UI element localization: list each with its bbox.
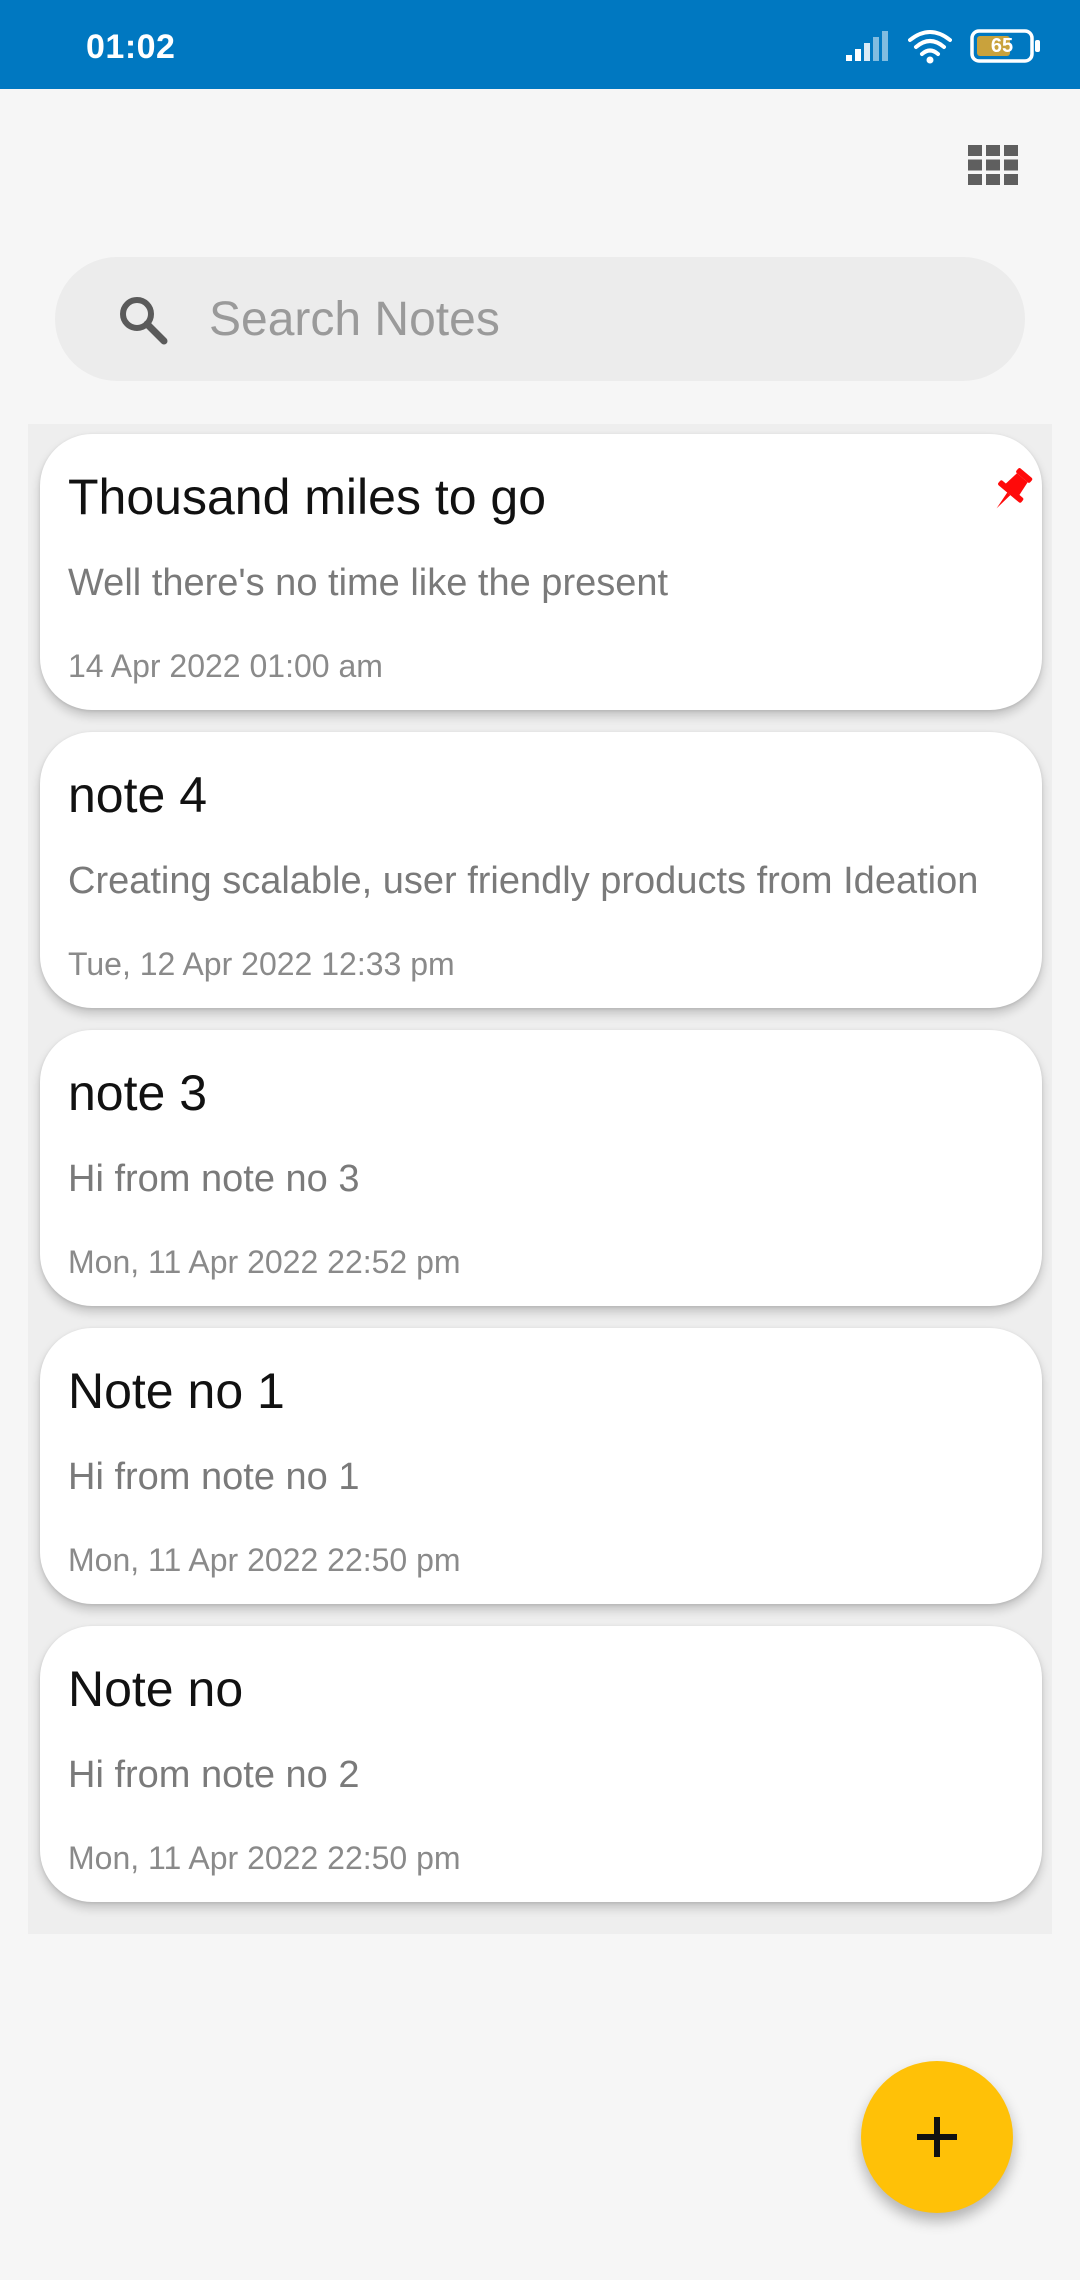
- grid-view-icon[interactable]: [968, 145, 1018, 185]
- note-date: Mon, 11 Apr 2022 22:50 pm: [68, 1840, 461, 1876]
- note-title: Note no: [68, 1661, 244, 1717]
- status-time: 01:02: [86, 28, 176, 66]
- note-date: Mon, 11 Apr 2022 22:50 pm: [68, 1542, 461, 1578]
- note-body: Well there's no time like the present: [68, 562, 669, 604]
- note-title: Note no 1: [68, 1363, 285, 1419]
- note-card[interactable]: note 4 Creating scalable, user friendly …: [40, 732, 1042, 1008]
- notes-list: Thousand miles to go Well there's no tim…: [28, 424, 1052, 1934]
- note-title: Thousand miles to go: [68, 469, 547, 525]
- battery-icon: 65: [970, 28, 1042, 64]
- pin-icon[interactable]: [986, 464, 1038, 516]
- note-body: Hi from note no 3: [68, 1158, 360, 1200]
- note-body: Creating scalable, user friendly product…: [68, 860, 979, 902]
- status-bar: 01:02 65: [0, 0, 1080, 89]
- note-date: 14 Apr 2022 01:00 am: [68, 648, 383, 684]
- search-icon: [115, 292, 171, 348]
- note-title: note 4: [68, 767, 208, 823]
- notes-app-screen: 01:02 65 Search Notes Thousand miles to …: [0, 0, 1080, 2280]
- note-title: note 3: [68, 1065, 208, 1121]
- note-body: Hi from note no 1: [68, 1456, 360, 1498]
- note-card[interactable]: note 3 Hi from note no 3 Mon, 11 Apr 202…: [40, 1030, 1042, 1306]
- note-body: Hi from note no 2: [68, 1754, 360, 1796]
- note-date: Tue, 12 Apr 2022 12:33 pm: [68, 946, 455, 982]
- search-input[interactable]: [209, 257, 989, 381]
- battery-level: 65: [990, 34, 1014, 57]
- status-icons: 65: [846, 26, 1042, 66]
- plus-icon: [913, 2113, 961, 2161]
- add-note-button[interactable]: [861, 2061, 1013, 2213]
- wifi-icon: [908, 28, 952, 64]
- note-card[interactable]: Note no 1 Hi from note no 1 Mon, 11 Apr …: [40, 1328, 1042, 1604]
- search-bar[interactable]: [55, 257, 1025, 381]
- note-card[interactable]: Thousand miles to go Well there's no tim…: [40, 434, 1042, 710]
- note-card[interactable]: Note no Hi from note no 2 Mon, 11 Apr 20…: [40, 1626, 1042, 1902]
- note-date: Mon, 11 Apr 2022 22:52 pm: [68, 1244, 461, 1280]
- signal-icon: [846, 29, 890, 63]
